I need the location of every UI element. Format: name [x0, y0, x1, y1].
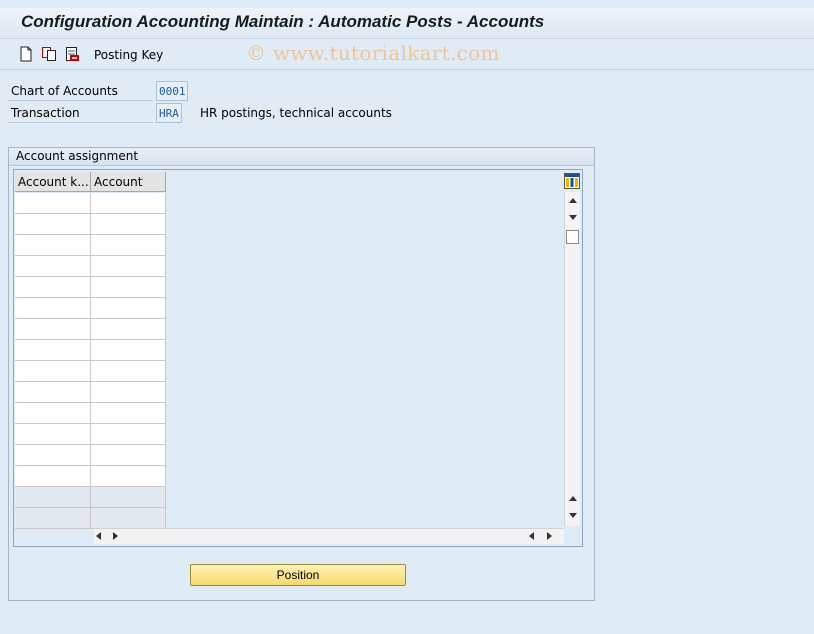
scroll-thumb[interactable]	[566, 230, 579, 244]
account-key-cell[interactable]	[15, 424, 91, 445]
table-row	[15, 424, 166, 445]
table-row	[15, 193, 166, 214]
account-cell[interactable]	[91, 361, 166, 382]
account-cell[interactable]	[91, 193, 166, 214]
column-header-account-key[interactable]: Account k...	[15, 172, 91, 192]
copy-icon[interactable]	[41, 46, 57, 62]
account-key-cell[interactable]	[15, 235, 91, 256]
table-settings-icon[interactable]	[564, 173, 580, 189]
table-row	[15, 382, 166, 403]
scroll-page-up-icon[interactable]	[569, 496, 577, 501]
watermark: © www.tutorialkart.com	[246, 41, 500, 65]
scroll-page-down-icon[interactable]	[569, 513, 577, 518]
transaction-field[interactable]: HRA	[156, 103, 182, 123]
table-body	[15, 193, 166, 529]
table-row	[15, 487, 166, 508]
table-row	[15, 277, 166, 298]
account-cell[interactable]	[91, 319, 166, 340]
table-row	[15, 445, 166, 466]
title-bar: Configuration Accounting Maintain : Auto…	[0, 8, 814, 39]
account-key-cell[interactable]	[15, 382, 91, 403]
table-row	[15, 298, 166, 319]
account-cell[interactable]	[91, 466, 166, 487]
account-key-cell[interactable]	[15, 445, 91, 466]
transaction-label: Transaction	[8, 103, 153, 123]
chart-of-accounts-label: Chart of Accounts	[8, 81, 153, 101]
scroll-right-end-left-icon[interactable]	[529, 532, 534, 540]
account-cell[interactable]	[91, 403, 166, 424]
scroll-left-icon[interactable]	[96, 532, 101, 540]
account-key-cell[interactable]	[15, 361, 91, 382]
table-row	[15, 214, 166, 235]
horizontal-scrollbar[interactable]	[94, 528, 564, 544]
account-key-cell[interactable]	[15, 298, 91, 319]
chart-of-accounts-field[interactable]: 0001	[156, 81, 188, 101]
table-row	[15, 466, 166, 487]
account-cell[interactable]	[91, 382, 166, 403]
account-key-cell	[15, 487, 91, 508]
account-assignment-title: Account assignment	[9, 148, 594, 166]
account-cell[interactable]	[91, 424, 166, 445]
account-cell[interactable]	[91, 340, 166, 361]
account-cell[interactable]	[91, 214, 166, 235]
posting-key-button[interactable]: Posting Key	[94, 48, 163, 62]
account-cell[interactable]	[91, 256, 166, 277]
table-row	[15, 340, 166, 361]
account-key-cell[interactable]	[15, 214, 91, 235]
window-title: Configuration Accounting Maintain : Auto…	[21, 12, 545, 31]
position-button[interactable]: Position	[190, 564, 406, 586]
account-key-cell	[15, 508, 91, 529]
account-cell[interactable]	[91, 277, 166, 298]
delete-icon[interactable]	[64, 46, 80, 62]
account-key-cell[interactable]	[15, 256, 91, 277]
account-assignment-group: Account assignment Account k... Account	[8, 147, 595, 601]
account-key-cell[interactable]	[15, 193, 91, 214]
transaction-row: Transaction HRA HR postings, technical a…	[8, 103, 508, 123]
table-row	[15, 361, 166, 382]
vertical-scrollbar[interactable]	[564, 192, 580, 526]
account-cell[interactable]	[91, 445, 166, 466]
scroll-up-icon[interactable]	[569, 198, 577, 203]
account-key-cell[interactable]	[15, 466, 91, 487]
chart-of-accounts-row: Chart of Accounts 0001	[8, 81, 408, 101]
table-row	[15, 508, 166, 529]
account-key-cell[interactable]	[15, 277, 91, 298]
account-key-cell[interactable]	[15, 403, 91, 424]
column-header-account[interactable]: Account	[91, 172, 166, 192]
account-cell[interactable]	[91, 298, 166, 319]
table-row	[15, 319, 166, 340]
account-cell	[91, 508, 166, 529]
scroll-right-end-right-icon[interactable]	[547, 532, 552, 540]
scroll-right-icon[interactable]	[113, 532, 118, 540]
transaction-description: HR postings, technical accounts	[200, 106, 392, 120]
new-entry-icon[interactable]	[18, 46, 34, 62]
account-cell	[91, 487, 166, 508]
scroll-down-icon[interactable]	[569, 215, 577, 220]
account-key-cell[interactable]	[15, 319, 91, 340]
account-cell[interactable]	[91, 235, 166, 256]
table-row	[15, 403, 166, 424]
table-row	[15, 256, 166, 277]
account-key-cell[interactable]	[15, 340, 91, 361]
table-row	[15, 235, 166, 256]
account-assignment-table: Account k... Account	[13, 169, 583, 547]
